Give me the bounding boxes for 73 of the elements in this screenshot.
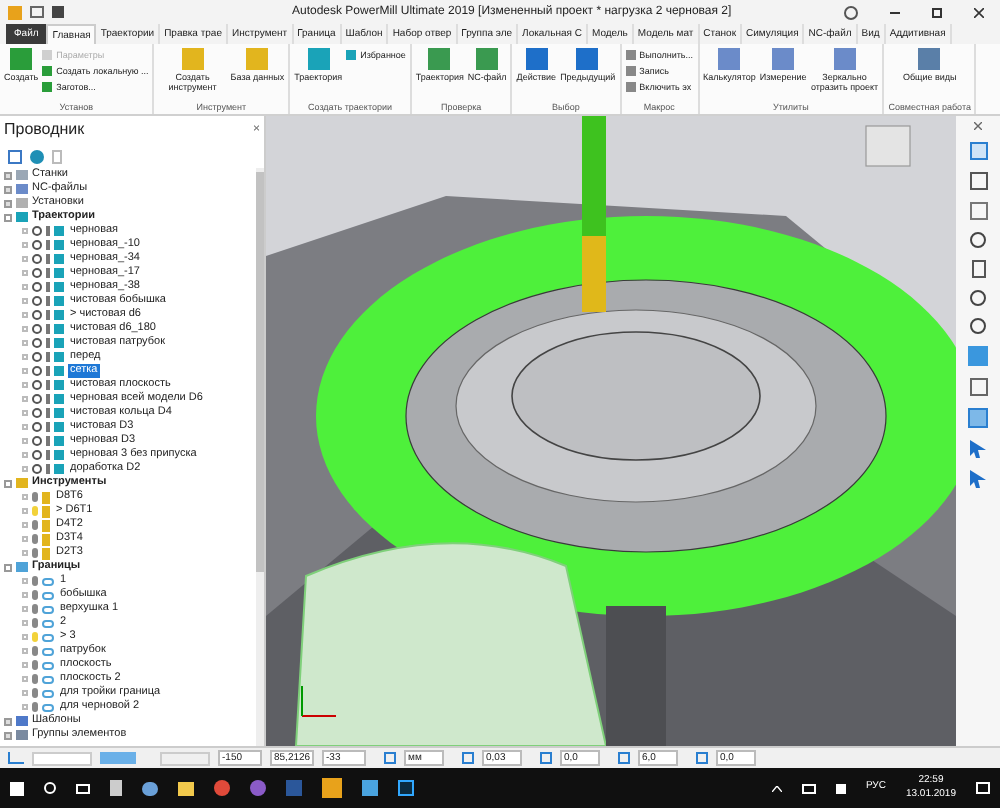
expand-icon[interactable] (22, 326, 28, 332)
expand-icon[interactable] (22, 592, 28, 598)
bulb-icon[interactable] (32, 674, 38, 684)
diameter-icon[interactable] (618, 752, 630, 764)
maximize-icon[interactable] (932, 7, 942, 17)
expand-icon[interactable] (22, 298, 28, 304)
chevron-up-icon[interactable] (771, 785, 782, 791)
expand-icon[interactable] (4, 199, 12, 207)
angle-icon[interactable] (696, 752, 708, 764)
expand-icon[interactable] (22, 648, 28, 654)
bulb-icon[interactable] (32, 492, 38, 502)
expand-icon[interactable] (22, 410, 28, 416)
bulb-icon[interactable] (32, 576, 38, 586)
ruler-icon[interactable] (384, 752, 396, 764)
expand-icon[interactable] (22, 550, 28, 556)
expand-icon[interactable] (22, 354, 28, 360)
collapse-icon[interactable] (4, 563, 12, 571)
expand-icon[interactable] (22, 340, 28, 346)
expand-icon[interactable] (22, 494, 28, 500)
expand-icon[interactable] (22, 676, 28, 682)
close-icon[interactable] (974, 122, 982, 130)
collapse-icon[interactable] (4, 479, 12, 487)
bulb-icon[interactable] (32, 534, 38, 544)
expand-icon[interactable] (22, 620, 28, 626)
expand-icon[interactable] (22, 690, 28, 696)
tolerance-icon[interactable] (462, 752, 474, 764)
expand-icon[interactable] (22, 522, 28, 528)
expand-icon[interactable] (22, 256, 28, 262)
panel-title: Проводник (4, 118, 85, 142)
expand-icon[interactable] (4, 717, 12, 725)
bulb-icon[interactable] (32, 520, 38, 530)
expand-icon[interactable] (22, 242, 28, 248)
expand-icon[interactable] (22, 508, 28, 514)
bulb-icon[interactable] (32, 604, 38, 614)
expand-icon[interactable] (4, 731, 12, 739)
expand-icon[interactable] (22, 536, 28, 542)
stock-icon[interactable] (540, 752, 552, 764)
input-field[interactable] (160, 751, 210, 765)
expand-icon[interactable] (22, 270, 28, 276)
axis-icon (8, 752, 24, 764)
bulb-icon[interactable] (32, 548, 38, 558)
dropdown-field[interactable] (32, 751, 92, 765)
bulb-icon[interactable] (32, 660, 38, 670)
minimize-icon[interactable] (890, 11, 900, 13)
expand-icon[interactable] (22, 452, 28, 458)
app-logo-icon (8, 5, 22, 19)
expand-icon[interactable] (22, 424, 28, 430)
bulb-icon[interactable] (32, 590, 38, 600)
expand-icon[interactable] (4, 185, 12, 193)
expand-icon[interactable] (22, 312, 28, 318)
expand-icon[interactable] (4, 171, 12, 179)
expand-icon[interactable] (22, 396, 28, 402)
expand-icon[interactable] (22, 438, 28, 444)
expand-icon[interactable] (22, 606, 28, 612)
close-icon[interactable] (974, 7, 984, 17)
expand-icon[interactable] (22, 662, 28, 668)
expand-icon[interactable] (22, 368, 28, 374)
scrollbar[interactable] (256, 168, 264, 746)
expand-icon[interactable] (22, 228, 28, 234)
expand-icon[interactable] (22, 284, 28, 290)
bulb-icon[interactable] (32, 618, 38, 628)
collapse-icon[interactable] (4, 213, 12, 221)
bulb-icon[interactable] (32, 688, 38, 698)
expand-icon[interactable] (22, 578, 28, 584)
expand-icon[interactable] (22, 382, 28, 388)
bulb-icon[interactable] (32, 506, 38, 516)
bulb-icon[interactable] (32, 702, 38, 712)
bulb-icon[interactable] (32, 646, 38, 656)
expand-icon[interactable] (22, 704, 28, 710)
task-view-icon[interactable] (76, 783, 90, 793)
expand-icon[interactable] (22, 634, 28, 640)
expand-icon[interactable] (22, 466, 28, 472)
bulb-icon[interactable] (32, 632, 38, 642)
